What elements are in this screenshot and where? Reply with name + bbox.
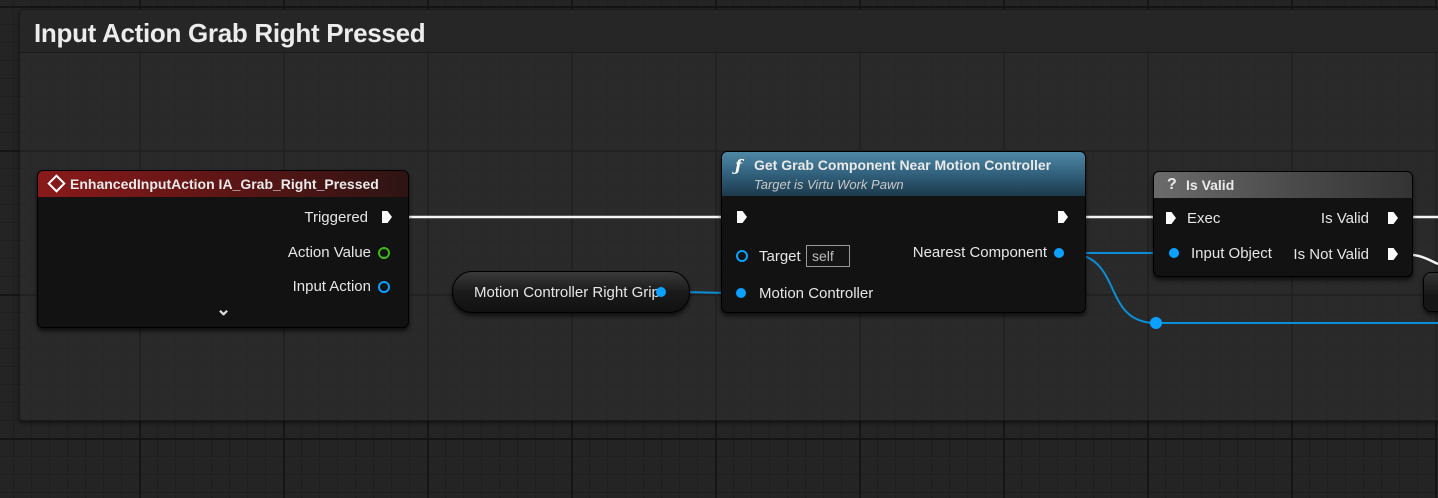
event-node-header[interactable]: EnhancedInputAction IA_Grab_Right_Presse… xyxy=(38,171,408,197)
event-icon xyxy=(47,174,66,193)
input-action-pin[interactable] xyxy=(378,281,390,293)
variable-output-pin[interactable] xyxy=(656,287,666,297)
motion-controller-pin[interactable] xyxy=(736,288,746,298)
target-value: self xyxy=(812,248,834,264)
target-label: Target xyxy=(759,248,801,265)
function-node-subtitle: Target is Virtu Work Pawn xyxy=(754,177,904,192)
action-value-pin[interactable] xyxy=(378,247,390,259)
variable-node-motion-controller-right-grip[interactable]: Motion Controller Right Grip xyxy=(452,271,690,313)
function-exec-in-pin[interactable] xyxy=(737,211,747,223)
isvalid-node-title: Is Valid xyxy=(1186,177,1235,193)
is-valid-label: Is Valid xyxy=(1320,210,1369,227)
input-object-label: Input Object xyxy=(1191,245,1272,262)
is-not-valid-label: Is Not Valid xyxy=(1293,246,1369,263)
motion-controller-pin-row: Motion Controller xyxy=(759,285,873,302)
function-node-title: Get Grab Component Near Motion Controlle… xyxy=(754,157,1052,173)
target-pin[interactable] xyxy=(736,250,748,262)
motion-controller-label: Motion Controller xyxy=(759,285,874,302)
isvalid-node[interactable]: ? Is Valid Exec Is Valid Input Object Is… xyxy=(1153,171,1413,277)
function-exec-out-pin[interactable] xyxy=(1058,211,1068,223)
nearest-component-pin[interactable] xyxy=(1054,248,1064,258)
is-valid-pin-row[interactable]: Is Valid xyxy=(1321,210,1369,227)
action-value-pin-row[interactable]: Action Value xyxy=(288,244,371,261)
isvalid-node-header[interactable]: ? Is Valid xyxy=(1154,172,1412,198)
nearest-component-pin-row[interactable]: Nearest Component xyxy=(913,244,1047,261)
expand-chevron-icon[interactable]: ⌄ xyxy=(216,299,231,320)
function-icon: ƒ xyxy=(735,156,742,175)
target-value-field[interactable]: self xyxy=(806,245,850,267)
triggered-exec-pin[interactable] xyxy=(382,211,392,223)
function-node-get-grab-component[interactable]: ƒ Get Grab Component Near Motion Control… xyxy=(721,151,1086,313)
is-not-valid-pin-row[interactable]: Is Not Valid xyxy=(1293,246,1369,263)
target-pin-row: Target xyxy=(759,248,801,265)
triggered-pin-row[interactable]: Triggered xyxy=(304,209,368,226)
comment-title: Input Action Grab Right Pressed xyxy=(34,18,426,48)
isvalid-exec-in-pin[interactable] xyxy=(1166,212,1176,224)
variable-label: Motion Controller Right Grip xyxy=(474,284,660,301)
question-mark-icon: ? xyxy=(1167,176,1177,193)
input-object-pin[interactable] xyxy=(1169,248,1179,258)
offscreen-node[interactable] xyxy=(1423,272,1438,312)
event-node[interactable]: EnhancedInputAction IA_Grab_Right_Presse… xyxy=(37,170,409,328)
exec-label: Exec xyxy=(1187,210,1221,227)
is-not-valid-exec-out-pin[interactable] xyxy=(1388,248,1398,260)
event-node-title: EnhancedInputAction IA_Grab_Right_Presse… xyxy=(70,176,379,192)
is-valid-exec-out-pin[interactable] xyxy=(1388,212,1398,224)
comment-header[interactable]: Input Action Grab Right Pressed xyxy=(20,10,1438,53)
input-action-label: Input Action xyxy=(292,278,371,295)
exec-pin-row: Exec xyxy=(1187,210,1220,227)
nearest-component-label: Nearest Component xyxy=(912,244,1047,261)
input-action-pin-row[interactable]: Input Action xyxy=(293,278,371,295)
triggered-label: Triggered xyxy=(304,209,368,226)
input-object-pin-row: Input Object xyxy=(1191,245,1272,262)
action-value-label: Action Value xyxy=(287,244,371,261)
function-node-header[interactable]: ƒ Get Grab Component Near Motion Control… xyxy=(722,152,1085,196)
